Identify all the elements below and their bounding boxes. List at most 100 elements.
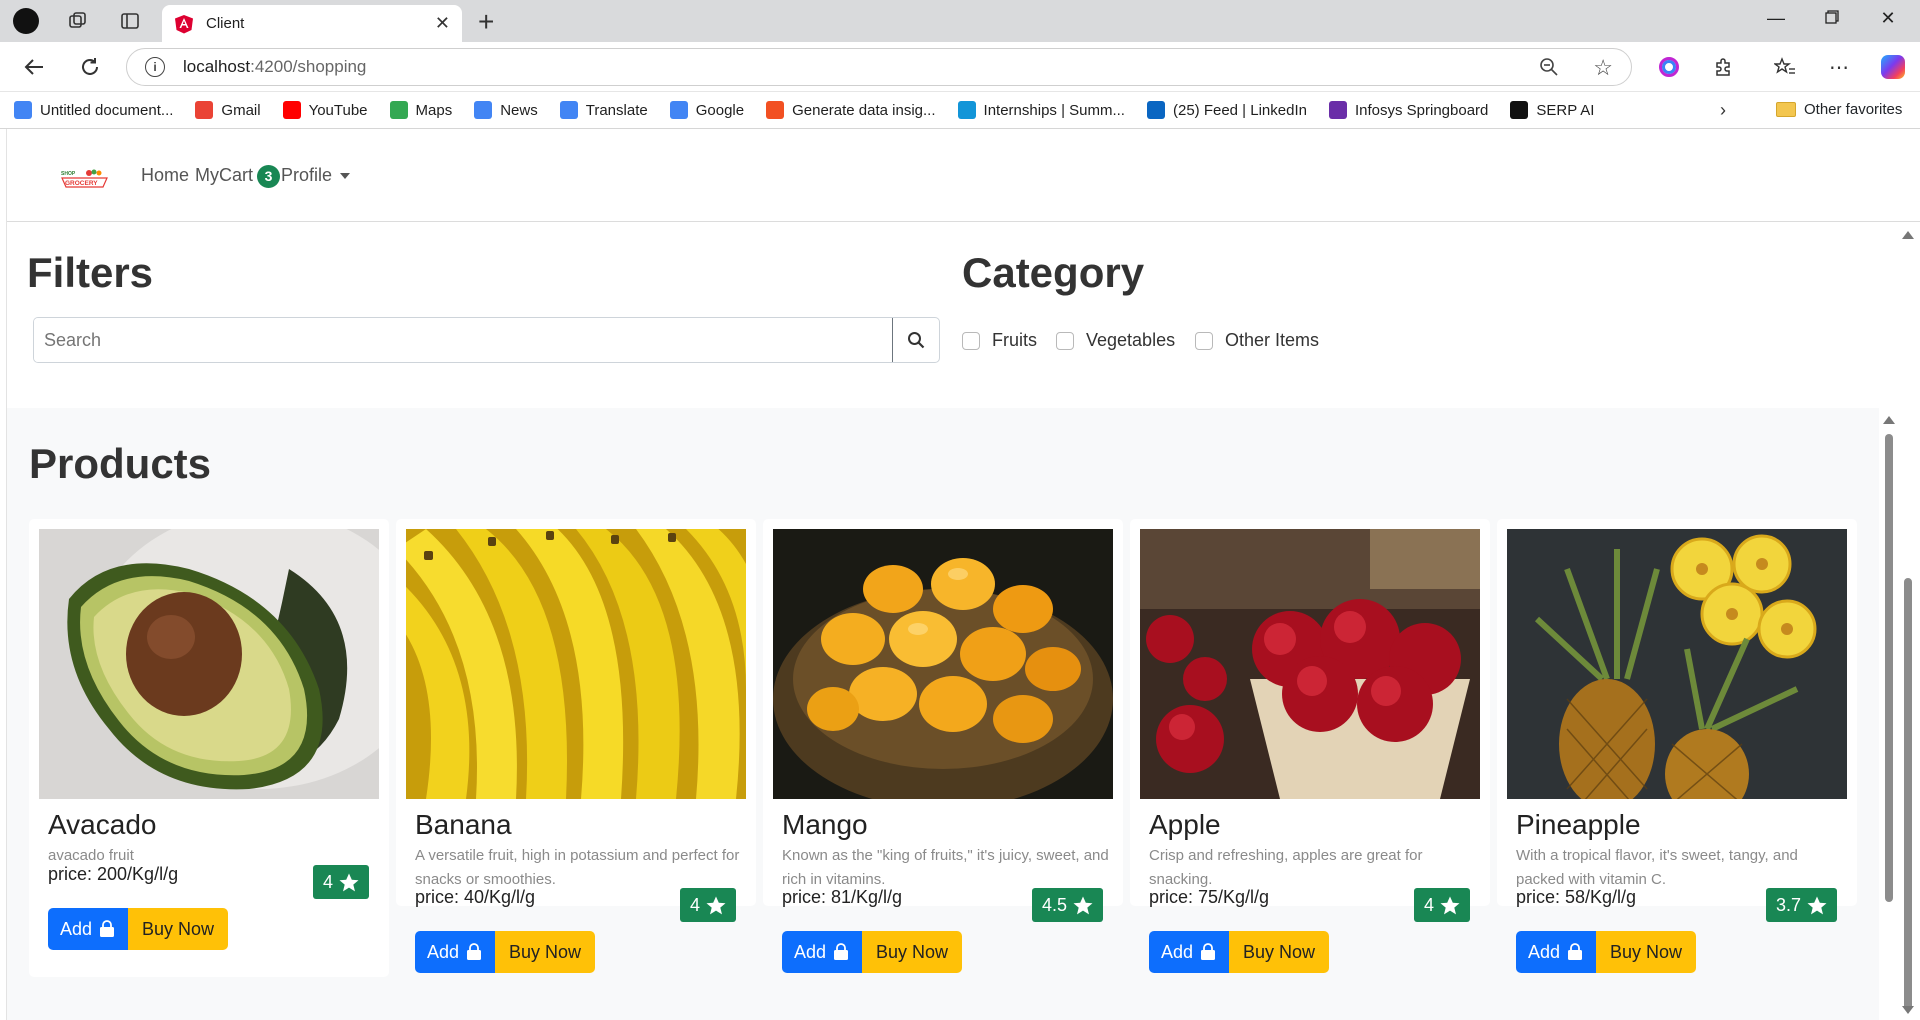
search-input[interactable] <box>34 318 892 362</box>
shopping-bag-icon <box>467 943 482 960</box>
bookmark-item[interactable]: Infosys Springboard <box>1328 101 1488 119</box>
filters-title: Filters <box>27 249 154 296</box>
maps-icon <box>389 101 408 119</box>
other-favorites-folder[interactable]: Other favorites <box>1776 101 1902 118</box>
add-to-cart-button[interactable]: Add <box>1516 931 1597 973</box>
nav-home-link[interactable]: Home <box>141 165 189 186</box>
product-price: price: 75/Kg/l/g <box>1149 887 1270 907</box>
bookmark-item[interactable]: Untitled document... <box>14 101 173 119</box>
profile-label: Profile <box>281 165 333 185</box>
buy-now-button[interactable]: Buy Now <box>1596 931 1697 973</box>
url-bar[interactable]: i localhost:4200/shopping ☆ <box>126 48 1632 86</box>
shopping-bag-icon <box>1568 943 1583 960</box>
vegetables-checkbox[interactable] <box>1056 331 1074 350</box>
search-button[interactable] <box>892 318 939 362</box>
docs-icon <box>14 101 32 119</box>
workspaces-icon[interactable] <box>64 8 92 34</box>
site-navbar: SHOP GROCERY Home MyCart 3 Profile <box>7 129 1920 222</box>
favorites-icon[interactable] <box>1772 54 1798 80</box>
add-to-cart-button[interactable]: Add <box>782 931 863 973</box>
buy-now-button[interactable]: Buy Now <box>1229 931 1330 973</box>
bookmark-item[interactable]: Gmail <box>195 101 261 119</box>
more-menu-icon[interactable]: ⋯ <box>1826 54 1852 80</box>
favorite-star-icon[interactable]: ☆ <box>1593 55 1613 81</box>
product-image-avocado <box>39 529 379 799</box>
add-to-cart-button[interactable]: Add <box>48 908 129 950</box>
bookmark-item[interactable]: SERP AI <box>1510 101 1594 119</box>
product-card: Apple Crisp and refreshing, apples are g… <box>1130 519 1490 973</box>
product-rating-badge: 4 <box>1413 888 1470 922</box>
google-icon <box>669 101 688 119</box>
bookmark-item[interactable]: (25) Feed | LinkedIn <box>1146 101 1307 119</box>
product-rating-badge: 3.7 <box>1765 888 1837 922</box>
site-info-icon[interactable]: i <box>145 57 165 77</box>
page-scroll-thumb[interactable] <box>1904 578 1912 1010</box>
category-other-items[interactable]: Other Items <box>1195 330 1319 351</box>
back-icon[interactable] <box>20 53 48 81</box>
bookmark-item[interactable]: Internships | Summ... <box>957 101 1125 119</box>
star-icon <box>706 896 726 914</box>
category-label: Vegetables <box>1086 330 1176 350</box>
product-name: Pineapple <box>1516 809 1641 840</box>
grocery-logo[interactable]: SHOP GROCERY <box>59 167 111 189</box>
star-icon <box>1440 896 1460 914</box>
bookmark-item[interactable]: Translate <box>559 101 648 119</box>
copilot-extension-icon[interactable] <box>1656 54 1682 80</box>
minimize-icon[interactable]: — <box>1756 8 1796 29</box>
product-name: Avacado <box>48 809 157 840</box>
bookmark-label: YouTube <box>308 101 368 119</box>
bookmark-item[interactable]: Generate data insig... <box>766 101 936 119</box>
svg-text:GROCERY: GROCERY <box>65 180 98 187</box>
copilot-icon[interactable] <box>1880 54 1906 80</box>
add-to-cart-button[interactable]: Add <box>1149 931 1230 973</box>
shopping-bag-icon <box>834 943 849 960</box>
bookmark-item[interactable]: YouTube <box>282 101 368 119</box>
other-items-checkbox[interactable] <box>1195 331 1213 350</box>
rating-value: 4.5 <box>1041 894 1067 915</box>
youtube-icon <box>282 101 301 119</box>
browser-tab-bar: Client ✕ + — ✕ <box>0 0 1920 42</box>
bookmark-label: News <box>500 101 538 119</box>
fruits-checkbox[interactable] <box>962 331 980 350</box>
svg-text:SHOP: SHOP <box>61 171 76 177</box>
buy-now-button[interactable]: Buy Now <box>128 908 229 950</box>
page-scroll-down-icon[interactable] <box>1902 1006 1914 1014</box>
category-vegetables[interactable]: Vegetables <box>1056 330 1175 351</box>
add-label: Add <box>794 941 827 962</box>
bookmark-item[interactable]: Maps <box>389 101 452 119</box>
add-to-cart-button[interactable]: Add <box>415 931 496 973</box>
new-tab-icon[interactable]: + <box>478 6 494 38</box>
extensions-icon[interactable] <box>1710 54 1736 80</box>
profile-avatar-icon[interactable] <box>12 8 40 34</box>
scroll-thumb[interactable] <box>1885 434 1893 902</box>
bookmark-label: SERP AI <box>1536 101 1595 119</box>
product-price: price: 40/Kg/l/g <box>415 887 536 907</box>
product-actions: Add Buy Now <box>48 908 229 950</box>
page-scroll-up-icon[interactable] <box>1902 231 1914 239</box>
close-window-icon[interactable]: ✕ <box>1868 8 1908 29</box>
star-icon <box>1073 896 1093 914</box>
product-name: Mango <box>782 809 868 840</box>
nav-profile-dropdown[interactable]: Profile <box>281 165 351 186</box>
product-image-apple <box>1140 529 1480 799</box>
page-scrollbar[interactable] <box>1896 222 1920 1020</box>
product-rating-badge: 4 <box>312 865 369 899</box>
reload-icon[interactable] <box>76 53 104 81</box>
search-group <box>33 317 940 363</box>
category-fruits[interactable]: Fruits <box>962 330 1037 351</box>
bookmark-item[interactable]: News <box>474 101 538 119</box>
tab-actions-icon[interactable] <box>116 8 144 34</box>
buy-now-button[interactable]: Buy Now <box>862 931 963 973</box>
product-rating-badge: 4 <box>679 888 736 922</box>
close-tab-icon[interactable]: ✕ <box>435 13 450 34</box>
product-price: price: 81/Kg/l/g <box>782 887 903 907</box>
restore-icon[interactable] <box>1812 8 1852 29</box>
bookmark-item[interactable]: Google <box>669 101 744 119</box>
zoom-icon[interactable] <box>1539 57 1559 82</box>
gmail-icon <box>195 101 214 119</box>
tab-client[interactable]: Client ✕ <box>162 5 462 42</box>
nav-mycart-link[interactable]: MyCart 3 <box>195 165 280 188</box>
scroll-up-icon[interactable] <box>1883 416 1895 424</box>
bookmarks-overflow-icon[interactable]: › <box>1720 100 1726 121</box>
buy-now-button[interactable]: Buy Now <box>495 931 596 973</box>
